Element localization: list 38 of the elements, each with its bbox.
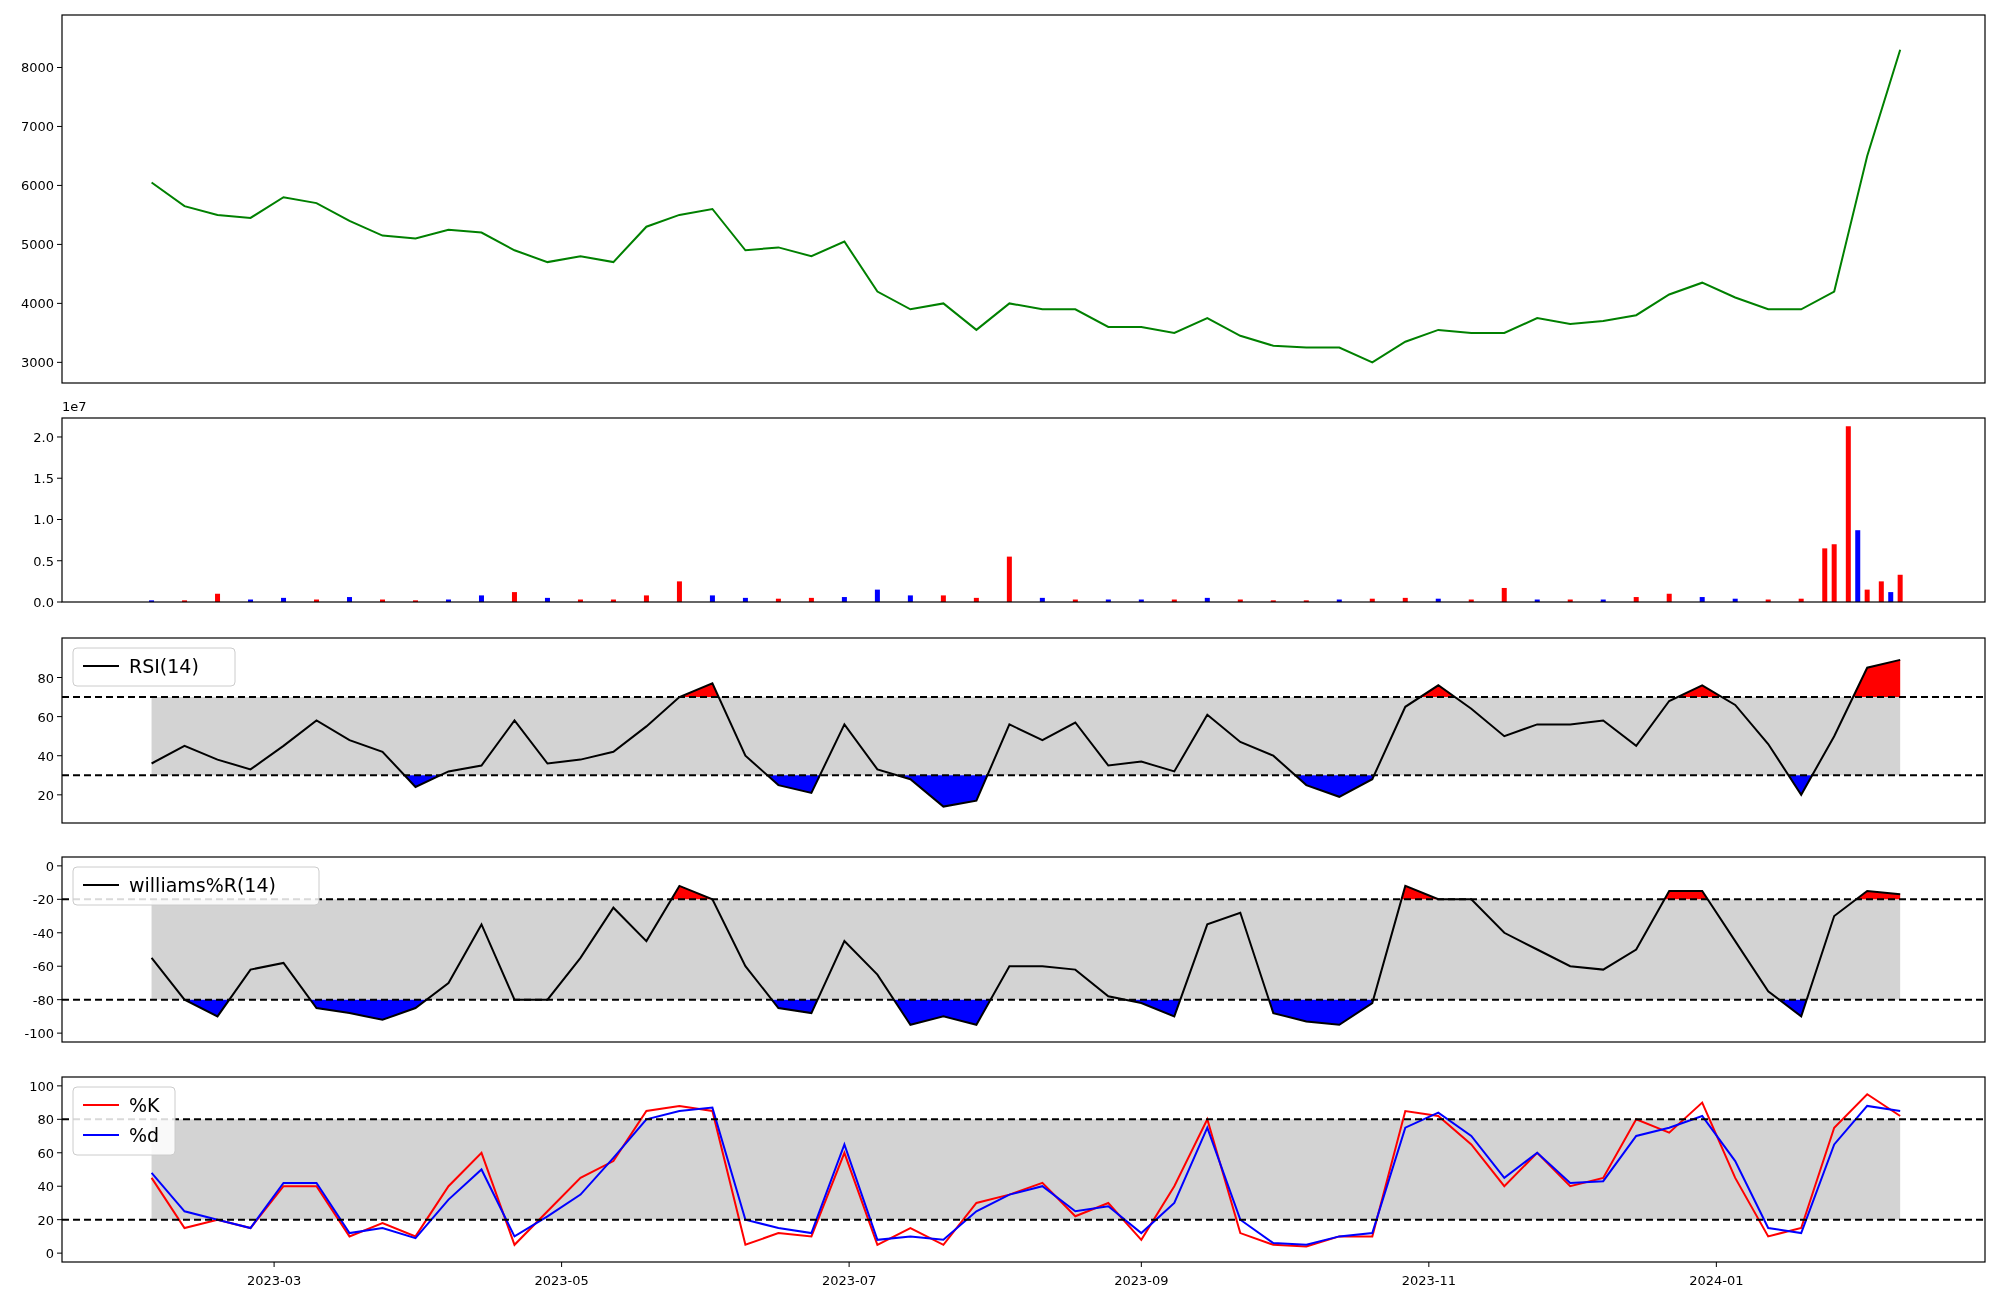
y-tick-label: -80 <box>32 992 54 1008</box>
x-tick-label: 2023-11 <box>1401 1273 1456 1288</box>
y-tick-label: -100 <box>24 1026 54 1042</box>
y-tick-label: 80 <box>37 670 54 686</box>
x-tick-label: 2023-07 <box>821 1273 877 1288</box>
y-tick-label: 3000 <box>20 355 54 371</box>
y-tick-label: -20 <box>32 892 54 908</box>
y-tick-label: 4000 <box>20 296 54 312</box>
axis-scale-label: 1e7 <box>62 399 87 414</box>
x-tick-label: 2023-05 <box>534 1273 589 1288</box>
y-tick-label: 0.0 <box>33 595 54 610</box>
y-tick-label: 60 <box>37 1145 54 1161</box>
x-tick-label: 2023-09 <box>1114 1273 1169 1288</box>
y-tick-label: 1.5 <box>33 471 54 487</box>
y-tick-label: -40 <box>32 925 54 941</box>
y-tick-label: 0 <box>45 858 54 874</box>
legend-label: %d <box>129 1124 160 1146</box>
y-tick-label: 60 <box>37 709 54 725</box>
x-tick-label: 2024-01 <box>1689 1273 1744 1288</box>
y-tick-label: -60 <box>32 959 54 975</box>
y-tick-label: 1.0 <box>33 512 54 528</box>
legend-label: RSI(14) <box>129 655 199 677</box>
y-tick-label: 80 <box>37 1112 54 1128</box>
y-tick-label: 8000 <box>20 60 54 76</box>
legend-label: %K <box>129 1094 160 1116</box>
legend-label: williams%R(14) <box>129 874 276 896</box>
y-tick-label: 2.0 <box>33 430 54 445</box>
y-tick-label: 40 <box>37 748 54 764</box>
y-tick-label: 5000 <box>20 237 54 253</box>
x-tick-label: 2023-03 <box>246 1273 302 1288</box>
y-tick-label: 7000 <box>20 119 54 135</box>
y-tick-label: 100 <box>29 1078 54 1094</box>
y-tick-label: 6000 <box>20 178 54 194</box>
y-tick-label: 40 <box>37 1179 54 1195</box>
y-tick-label: 20 <box>37 787 54 803</box>
y-tick-label: 0 <box>45 1246 54 1262</box>
y-tick-label: 0.5 <box>33 553 54 569</box>
y-tick-label: 20 <box>37 1212 54 1228</box>
